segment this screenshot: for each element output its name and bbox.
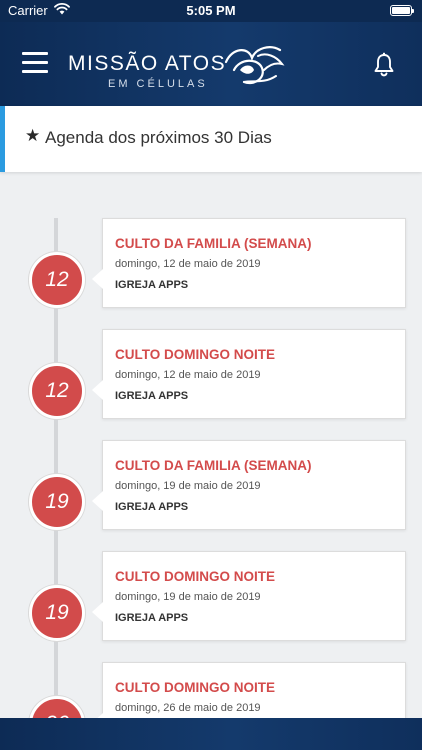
clock: 5:05 PM bbox=[186, 3, 236, 18]
event-organizer: IGREJA APPS bbox=[115, 279, 189, 291]
star-icon: ★ bbox=[25, 126, 41, 145]
event-item[interactable]: CULTO DOMINGO NOITE domingo, 26 de maio … bbox=[0, 662, 422, 718]
hamburger-menu-icon[interactable] bbox=[22, 52, 48, 74]
event-item[interactable]: CULTO DOMINGO NOITE domingo, 12 de maio … bbox=[0, 329, 422, 429]
card-pointer bbox=[92, 602, 103, 622]
logo-title: MISSÃO ATOS bbox=[68, 52, 227, 75]
event-organizer: IGREJA APPS bbox=[115, 501, 189, 513]
event-date: domingo, 12 de maio de 2019 bbox=[115, 258, 261, 270]
event-item[interactable]: CULTO DA FAMILIA (SEMANA) domingo, 12 de… bbox=[0, 218, 422, 318]
battery-icon bbox=[390, 5, 414, 16]
event-organizer: IGREJA APPS bbox=[115, 612, 189, 624]
event-date: domingo, 12 de maio de 2019 bbox=[115, 369, 261, 381]
bell-icon[interactable] bbox=[372, 52, 396, 78]
events-timeline[interactable]: CULTO DA FAMILIA (SEMANA) domingo, 12 de… bbox=[0, 172, 422, 718]
event-day-badge: 12 bbox=[29, 363, 85, 419]
event-day-badge: 19 bbox=[29, 474, 85, 530]
event-date: domingo, 26 de maio de 2019 bbox=[115, 702, 261, 714]
logo-subtitle: EM CÉLULAS bbox=[108, 78, 208, 90]
event-card[interactable]: CULTO DA FAMILIA (SEMANA) domingo, 12 de… bbox=[102, 218, 406, 308]
event-card[interactable]: CULTO DOMINGO NOITE domingo, 19 de maio … bbox=[102, 551, 406, 641]
event-title: CULTO DOMINGO NOITE bbox=[115, 680, 275, 695]
status-bar: Carrier 5:05 PM bbox=[0, 0, 422, 22]
event-day-badge: 19 bbox=[29, 585, 85, 641]
event-organizer: IGREJA APPS bbox=[115, 390, 189, 402]
event-date: domingo, 19 de maio de 2019 bbox=[115, 480, 261, 492]
event-title: CULTO DA FAMILIA (SEMANA) bbox=[115, 458, 312, 473]
agenda-header: ★ Agenda dos próximos 30 Dias bbox=[0, 106, 422, 172]
app-header: MISSÃO ATOS EM CÉLULAS bbox=[0, 22, 422, 106]
brand-logo: MISSÃO ATOS EM CÉLULAS bbox=[68, 40, 288, 92]
event-title: CULTO DOMINGO NOITE bbox=[115, 347, 275, 362]
event-title: CULTO DA FAMILIA (SEMANA) bbox=[115, 236, 312, 251]
event-day-badge: 26 bbox=[29, 696, 85, 718]
dove-emblem-icon bbox=[224, 46, 285, 85]
card-pointer bbox=[92, 269, 103, 289]
event-day-badge: 12 bbox=[29, 252, 85, 308]
card-pointer bbox=[92, 491, 103, 511]
event-item[interactable]: CULTO DA FAMILIA (SEMANA) domingo, 19 de… bbox=[0, 440, 422, 540]
agenda-title: Agenda dos próximos 30 Dias bbox=[45, 128, 272, 147]
event-card[interactable]: CULTO DOMINGO NOITE domingo, 26 de maio … bbox=[102, 662, 406, 718]
card-pointer bbox=[92, 380, 103, 400]
event-card[interactable]: CULTO DOMINGO NOITE domingo, 12 de maio … bbox=[102, 329, 406, 419]
event-item[interactable]: CULTO DOMINGO NOITE domingo, 19 de maio … bbox=[0, 551, 422, 651]
bottom-bar bbox=[0, 718, 422, 750]
event-title: CULTO DOMINGO NOITE bbox=[115, 569, 275, 584]
event-card[interactable]: CULTO DA FAMILIA (SEMANA) domingo, 19 de… bbox=[102, 440, 406, 530]
event-date: domingo, 19 de maio de 2019 bbox=[115, 591, 261, 603]
